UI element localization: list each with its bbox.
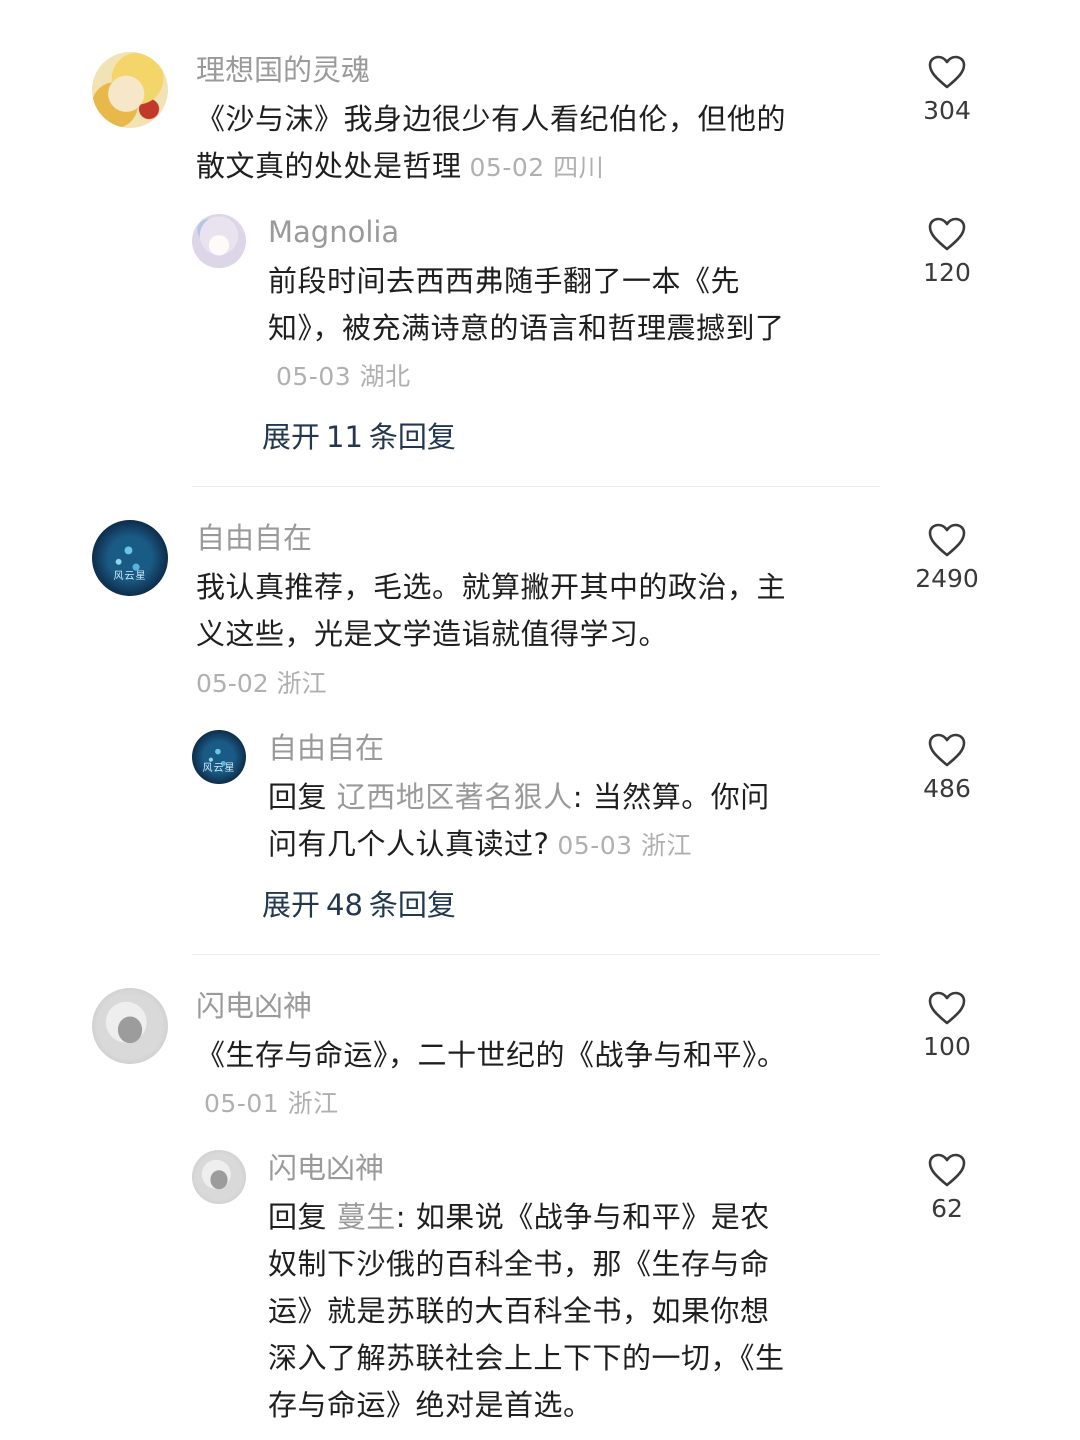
avatar-mark: 风云星 <box>113 571 147 583</box>
divider <box>192 486 880 487</box>
comment-text: 《生存与命运》，二十世纪的《战争与和平》。 05-01 浙江 <box>196 1032 796 1127</box>
reply-body: 闪电凶神 回复 蔓生: 如果说《战争与和平》是农奴制下沙俄的百科全书，那《生存与… <box>268 1150 788 1429</box>
comment-username[interactable]: 理想国的灵魂 <box>196 52 796 88</box>
comment-username[interactable]: 闪电凶神 <box>196 988 796 1024</box>
reply-prefix: 回复 <box>268 780 328 814</box>
like-count: 62 <box>931 1194 963 1223</box>
reply-body: 自由自在 回复 辽西地区著名狠人: 当然算。你问问有几个人认真读过? 05-03 … <box>268 730 788 869</box>
reply-target-user[interactable]: 辽西地区著名狠人 <box>337 780 573 814</box>
like-count: 304 <box>923 96 971 125</box>
reply-text: 回复 辽西地区著名狠人: 当然算。你问问有几个人认真读过? 05-03 浙江 <box>268 774 788 869</box>
comment-text: 《沙与沫》我身边很少有人看纪伯伦，但他的散文真的处处是哲理 05-02 四川 <box>196 96 796 191</box>
girl-avatar-icon[interactable] <box>192 214 246 268</box>
expand-count: 11 <box>326 420 363 454</box>
expand-suffix: 条回复 <box>368 420 456 454</box>
reply-text: 前段时间去西西弗随手翻了一本《先知》，被充满诗意的语言和哲理震撼到了 05-03 … <box>268 258 788 400</box>
comment-body: 闪电凶神 《生存与命运》，二十世纪的《战争与和平》。 05-01 浙江 <box>196 988 796 1127</box>
like-count: 100 <box>923 1032 971 1061</box>
expand-replies-button[interactable]: 展开 48 条回复 <box>262 882 456 924</box>
comment-text: 我认真推荐，毛选。就算撇开其中的政治，主义这些，光是文学造诣就值得学习。 <box>196 570 787 651</box>
comment-meta: 05-01 浙江 <box>204 1089 339 1118</box>
reply-meta: 05-03 湖北 <box>276 362 411 391</box>
car-avatar-icon[interactable] <box>92 988 168 1064</box>
expand-suffix: 条回复 <box>368 888 456 922</box>
expand-prefix: 展开 <box>262 888 321 922</box>
reply-target-user[interactable]: 蔓生 <box>337 1200 396 1234</box>
expand-replies-button[interactable]: 展开 11 条回复 <box>262 414 456 456</box>
comment-body: 理想国的灵魂 《沙与沫》我身边很少有人看纪伯伦，但他的散文真的处处是哲理 05-0… <box>196 52 796 191</box>
heart-icon <box>928 991 966 1025</box>
expand-count: 48 <box>326 888 363 922</box>
heart-icon <box>928 733 966 767</box>
like-button[interactable]: 100 <box>902 990 992 1061</box>
reply-meta: 05-03 浙江 <box>557 831 692 860</box>
comment-content: 《生存与命运》，二十世纪的《战争与和平》。 <box>196 1038 787 1072</box>
car-avatar-icon[interactable] <box>192 1150 246 1204</box>
comment-username[interactable]: 自由自在 <box>196 520 796 556</box>
like-count: 120 <box>923 258 971 287</box>
like-button[interactable]: 486 <box>902 732 992 803</box>
heart-icon <box>928 217 966 251</box>
reply-username[interactable]: Magnolia <box>268 214 788 250</box>
reply-body: Magnolia 前段时间去西西弗随手翻了一本《先知》，被充满诗意的语言和哲理震… <box>268 214 788 400</box>
like-count: 2490 <box>915 564 979 593</box>
heart-icon <box>928 523 966 557</box>
reply-username[interactable]: 闪电凶神 <box>268 1150 788 1186</box>
like-count: 486 <box>923 774 971 803</box>
reply-text: 回复 蔓生: 如果说《战争与和平》是农奴制下沙俄的百科全书，那《生存与命运》就是… <box>268 1194 788 1429</box>
heart-icon <box>928 1153 966 1187</box>
comment-body: 自由自在 我认真推荐，毛选。就算撇开其中的政治，主义这些，光是文学造诣就值得学习… <box>196 520 796 707</box>
space-avatar-icon[interactable]: 风云星 <box>192 730 246 784</box>
like-button[interactable]: 120 <box>902 216 992 287</box>
like-button[interactable]: 304 <box>902 54 992 125</box>
reply-prefix: 回复 <box>268 1200 328 1234</box>
heart-icon <box>928 55 966 89</box>
reply-username[interactable]: 自由自在 <box>268 730 788 766</box>
anime-avatar-icon[interactable] <box>92 52 168 128</box>
reply-content: 前段时间去西西弗随手翻了一本《先知》，被充满诗意的语言和哲理震撼到了 <box>268 264 785 345</box>
space-avatar-icon[interactable]: 风云星 <box>92 520 168 596</box>
expand-prefix: 展开 <box>262 420 321 454</box>
like-button[interactable]: 2490 <box>902 522 992 593</box>
divider <box>192 954 880 955</box>
like-button[interactable]: 62 <box>902 1152 992 1223</box>
comment-meta: 05-02 四川 <box>469 153 605 182</box>
avatar-mark: 风云星 <box>202 763 236 775</box>
comment-meta: 05-02 浙江 <box>196 669 327 698</box>
